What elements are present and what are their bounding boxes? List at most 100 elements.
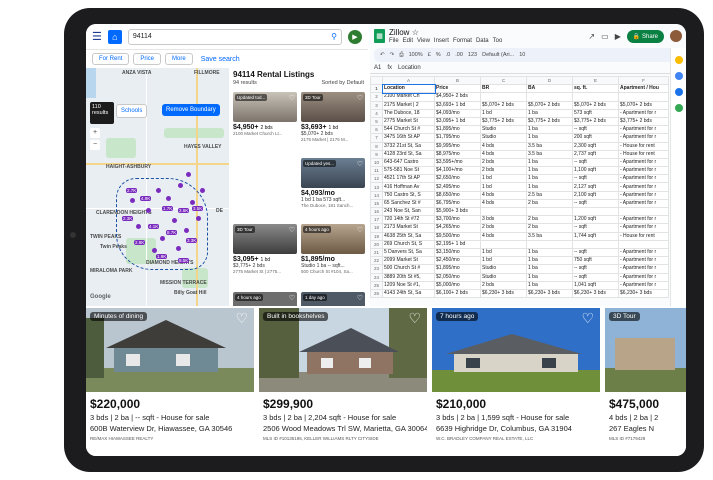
cell[interactable]: 1 ba [526, 166, 573, 176]
cell[interactable]: 1,100 sqft [572, 166, 619, 176]
cell[interactable]: 1 ba [526, 174, 573, 184]
contacts-icon[interactable] [674, 88, 683, 96]
row-header[interactable]: 5 [370, 116, 383, 127]
cell[interactable]: $1,795/mo [434, 133, 481, 143]
cell[interactable]: 1 bd [480, 182, 527, 192]
cell[interactable]: $3,095+ 1 bd [434, 116, 481, 127]
column-header[interactable]: A [382, 75, 435, 86]
activity-icon[interactable]: ↗ [588, 32, 595, 41]
cell[interactable]: - Apartment for r [618, 182, 669, 192]
listing-photo[interactable]: 7 hours ago ♡ [432, 308, 600, 392]
cell[interactable]: 2.5 ba [526, 190, 573, 200]
cell[interactable]: 1 ba [526, 272, 573, 282]
cell[interactable]: $4,265/mo [434, 223, 481, 233]
cell[interactable]: $2,650/mo [434, 174, 481, 184]
listing-card[interactable]: Updated yes... ♡ $4,093/mo 1 bd 1 ba 573 … [301, 158, 365, 208]
cell[interactable]: 1 ba [526, 133, 573, 143]
corner-cell[interactable] [370, 75, 383, 86]
cell[interactable]: $5,070+ 2 bds [480, 100, 527, 110]
search-icon[interactable]: ⚲ [331, 32, 337, 41]
cell[interactable]: $2,050/mo [434, 272, 481, 282]
listing-photo[interactable]: 3D Tour [605, 308, 686, 392]
cell[interactable]: - Apartment for r [618, 108, 669, 118]
cell[interactable]: $3,775+ 2 bds [480, 116, 527, 127]
cell[interactable]: $2,450/mo [434, 256, 481, 266]
cell[interactable]: $9,995/mo [434, 141, 481, 151]
listing-address[interactable]: 600B Waterview Dr, Hiawassee, GA 30546 [90, 424, 250, 433]
font-size-select[interactable]: 10 [519, 52, 525, 58]
map-price-pin[interactable]: 9.5K [178, 258, 190, 263]
row-header[interactable]: 1 [370, 84, 383, 94]
menu-format[interactable]: Format [453, 38, 472, 44]
map-price-pin[interactable]: 2.3K [122, 216, 134, 221]
cell[interactable]: - Apartment for r [618, 264, 669, 274]
avatar[interactable] [670, 30, 682, 42]
menu-tools[interactable]: Too [493, 38, 503, 44]
row-header[interactable]: 11 [370, 166, 383, 176]
zillow-logo[interactable]: ⌂ [107, 29, 122, 44]
cell[interactable]: 2775 Market St [382, 116, 435, 127]
map-price-pin[interactable]: 4.1K [148, 224, 160, 229]
map-price-pin[interactable]: 8.7K [166, 230, 178, 235]
header-cell[interactable]: sq. ft. [572, 84, 619, 94]
row-header[interactable]: 21 [370, 247, 383, 258]
listing-card[interactable]: Updated tod... ♡ $4,950+ 2 bds 2100 Marke… [233, 92, 297, 136]
zoom-out-icon[interactable]: − [90, 140, 100, 150]
cell[interactable]: 2,127 sqft [572, 182, 619, 192]
map-price-pin[interactable]: 1.9K [156, 254, 168, 259]
cell[interactable]: $6,230+ 3 bds [526, 288, 573, 299]
cell[interactable]: 4521 17th St AP [382, 174, 435, 184]
listing-address[interactable]: 267 Eagles N [609, 424, 682, 433]
header-cell[interactable]: BR [480, 84, 527, 94]
cell[interactable]: $3,775+ 2 bds [618, 116, 669, 127]
cell[interactable]: 2 bds [480, 280, 527, 290]
cell[interactable]: 2 bds [480, 166, 527, 176]
cell[interactable]: $4,100+/mo [434, 166, 481, 176]
heart-icon[interactable]: ♡ [289, 94, 295, 102]
cell[interactable]: $4,093/mo [434, 108, 481, 118]
cell[interactable]: Studio [480, 272, 527, 282]
cell[interactable]: 2 bds [480, 157, 527, 168]
cell[interactable]: 4 bds [480, 141, 527, 151]
cell[interactable]: $5,070+ 2 bds [618, 100, 669, 110]
cell[interactable]: 573 sqft [572, 108, 619, 118]
heart-icon[interactable]: ♡ [357, 160, 363, 168]
row-header[interactable]: 3 [370, 100, 383, 110]
percent-button[interactable]: % [436, 52, 441, 58]
cell[interactable]: 2 ba [526, 198, 573, 209]
filter-price[interactable]: Price [133, 53, 162, 65]
column-header[interactable]: D [526, 75, 573, 86]
map-price-pin[interactable]: 2.6K [178, 208, 190, 213]
listing-card[interactable]: Built in bookshelves ♡ $299,900 3 bds | … [259, 308, 427, 456]
cell[interactable]: 1 bd [480, 108, 527, 118]
cell[interactable]: 3.5 ba [526, 231, 573, 241]
cell[interactable]: Studio [480, 125, 527, 135]
remove-boundary-button[interactable]: Remove Boundary [162, 104, 220, 116]
row-header[interactable]: 23 [370, 264, 383, 274]
cell[interactable]: $6,230+ 3 bds [480, 288, 527, 299]
cell[interactable]: 4 bds [480, 231, 527, 241]
cell[interactable]: - Apartment for r [618, 215, 669, 225]
keep-icon[interactable] [674, 56, 683, 64]
cell[interactable]: 1,200 sqft [572, 215, 619, 225]
undo-icon[interactable]: ↶ [380, 52, 385, 58]
cell[interactable]: $8,975/mo [434, 149, 481, 159]
cell[interactable]: $5,900+ 3 bds [434, 206, 481, 217]
print-icon[interactable]: ⎙ [399, 52, 403, 59]
filter-for-rent[interactable]: For Rent [92, 53, 130, 65]
row-header[interactable]: 15 [370, 198, 383, 209]
listing-card[interactable]: 3D Tour ♡ $3,095+ 1 bd $3,775+ 2 bds 2775… [233, 224, 297, 274]
cell[interactable]: - Apartment for r [618, 174, 669, 184]
cell[interactable]: $2,495/mo [434, 182, 481, 192]
heart-icon[interactable]: ♡ [357, 294, 363, 302]
map-price-pin[interactable]: 3.5K [192, 206, 204, 211]
cell[interactable]: 2173 Market St [382, 223, 435, 233]
cell[interactable]: Studio [480, 264, 527, 274]
cell[interactable] [618, 92, 669, 102]
cell[interactable] [618, 239, 669, 249]
row-header[interactable]: 10 [370, 157, 383, 168]
heart-icon[interactable]: ♡ [408, 310, 421, 327]
cell[interactable] [526, 239, 573, 249]
column-header[interactable]: E [572, 75, 619, 86]
cell[interactable]: -- sqft [572, 247, 619, 258]
